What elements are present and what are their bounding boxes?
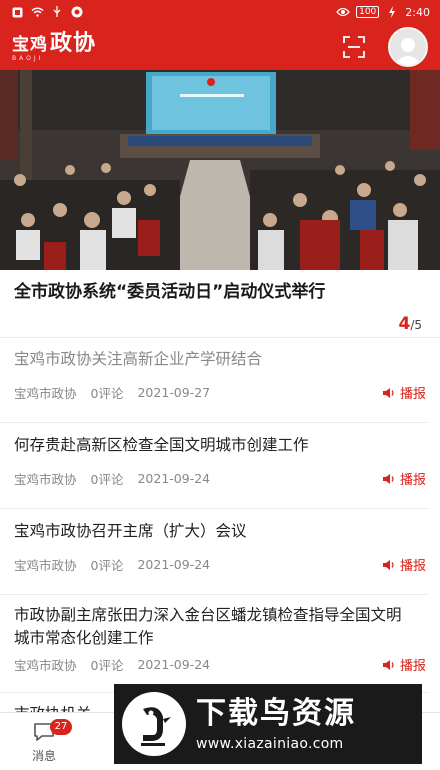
scan-button[interactable]	[342, 35, 366, 59]
list-item[interactable]: 何存贵赴高新区检查全国文明城市创建工作 宝鸡市政协 0评论 2021-09-24…	[0, 423, 428, 509]
pager-current: 4	[398, 314, 411, 334]
news-source: 宝鸡市政协	[14, 658, 77, 673]
conference-photo	[0, 70, 440, 270]
unread-badge: 27	[50, 719, 72, 735]
play-button[interactable]: 播报	[382, 383, 426, 402]
news-date: 2021-09-27	[137, 385, 211, 400]
play-button[interactable]: 播报	[382, 555, 426, 574]
tab-messages-label: 消息	[31, 749, 56, 763]
watermark-url: www.xiazainiao.com	[196, 736, 344, 752]
news-title[interactable]: 宝鸡市政协关注高新企业产学研结合	[14, 348, 262, 371]
brand-sub: BAOJI	[12, 55, 44, 62]
news-source: 宝鸡市政协	[14, 472, 77, 487]
news-date: 2021-09-24	[137, 657, 211, 672]
news-comments: 0评论	[90, 658, 124, 673]
notification-icon	[10, 6, 24, 18]
play-button[interactable]: 播报	[382, 655, 426, 674]
status-bar: 100 2:40	[0, 0, 440, 24]
news-title[interactable]: 市政协副主席张田力深入金台区蟠龙镇检查指导全国文明城市常态化创建工作	[14, 604, 414, 650]
list-item[interactable]: 宝鸡市政协关注高新企业产学研结合 宝鸡市政协 0评论 2021-09-27 播报	[0, 338, 428, 423]
status-right: 100 2:40	[336, 6, 430, 19]
play-label: 播报	[399, 559, 426, 574]
eye-icon	[336, 6, 350, 18]
status-time: 2:40	[405, 5, 430, 19]
news-date: 2021-09-24	[137, 471, 211, 486]
play-label: 播报	[399, 387, 426, 402]
news-comments: 0评论	[90, 386, 124, 401]
watermark-title: 下载鸟资源	[196, 696, 356, 731]
user-avatar[interactable]	[388, 27, 428, 67]
brand-org: 政协	[50, 30, 97, 56]
carousel-pager: 4/5	[398, 314, 422, 334]
app-header: 宝鸡 政协 BAOJI	[0, 24, 440, 70]
top-bar: 100 2:40 宝鸡 政协 BAOJI	[0, 0, 440, 70]
speaker-icon	[382, 473, 394, 484]
wifi-icon	[30, 6, 44, 18]
bird-logo-icon	[122, 692, 186, 756]
news-title[interactable]: 何存贵赴高新区检查全国文明城市创建工作	[14, 434, 309, 457]
battery-indicator: 100	[356, 6, 380, 18]
news-meta: 宝鸡市政协 0评论 2021-09-24	[14, 469, 210, 488]
headline-title[interactable]: 全市政协系统“委员活动日”启动仪式举行	[14, 280, 384, 305]
news-meta: 宝鸡市政协 0评论 2021-09-27	[14, 383, 210, 402]
charging-icon	[385, 6, 399, 18]
app-status-icon	[70, 6, 84, 18]
headline-image[interactable]	[0, 70, 440, 270]
user-icon	[394, 38, 422, 65]
news-list: 宝鸡市政协关注高新企业产学研结合 宝鸡市政协 0评论 2021-09-27 播报…	[0, 338, 440, 733]
news-comments: 0评论	[90, 558, 124, 573]
news-title[interactable]: 宝鸡市政协召开主席（扩大）会议	[14, 520, 247, 543]
news-date: 2021-09-24	[137, 557, 211, 572]
list-item[interactable]: 宝鸡市政协召开主席（扩大）会议 宝鸡市政协 0评论 2021-09-24 播报	[0, 509, 428, 595]
news-source: 宝鸡市政协	[14, 386, 77, 401]
speaker-icon	[382, 559, 394, 570]
play-label: 播报	[399, 659, 426, 674]
status-left	[10, 6, 84, 18]
speaker-icon	[382, 387, 394, 398]
news-meta: 宝鸡市政协 0评论 2021-09-24	[14, 555, 210, 574]
list-item[interactable]: 市政协副主席张田力深入金台区蟠龙镇检查指导全国文明城市常态化创建工作 宝鸡市政协…	[0, 595, 428, 693]
scan-icon	[343, 36, 365, 58]
brand-logo: 宝鸡 政协 BAOJI	[12, 32, 96, 62]
tab-messages[interactable]: 消息 27	[0, 713, 88, 770]
pager-total: /5	[410, 318, 422, 332]
headline-card[interactable]: 全市政协系统“委员活动日”启动仪式举行 4/5	[0, 270, 440, 338]
brand-city: 宝鸡	[12, 35, 48, 55]
play-label: 播报	[399, 473, 426, 488]
watermark-overlay: 下载鸟资源 www.xiazainiao.com	[114, 684, 422, 764]
speaker-icon	[382, 659, 394, 670]
usb-icon	[50, 6, 64, 18]
news-meta: 宝鸡市政协 0评论 2021-09-24	[14, 655, 210, 674]
news-source: 宝鸡市政协	[14, 558, 77, 573]
play-button[interactable]: 播报	[382, 469, 426, 488]
news-comments: 0评论	[90, 472, 124, 487]
